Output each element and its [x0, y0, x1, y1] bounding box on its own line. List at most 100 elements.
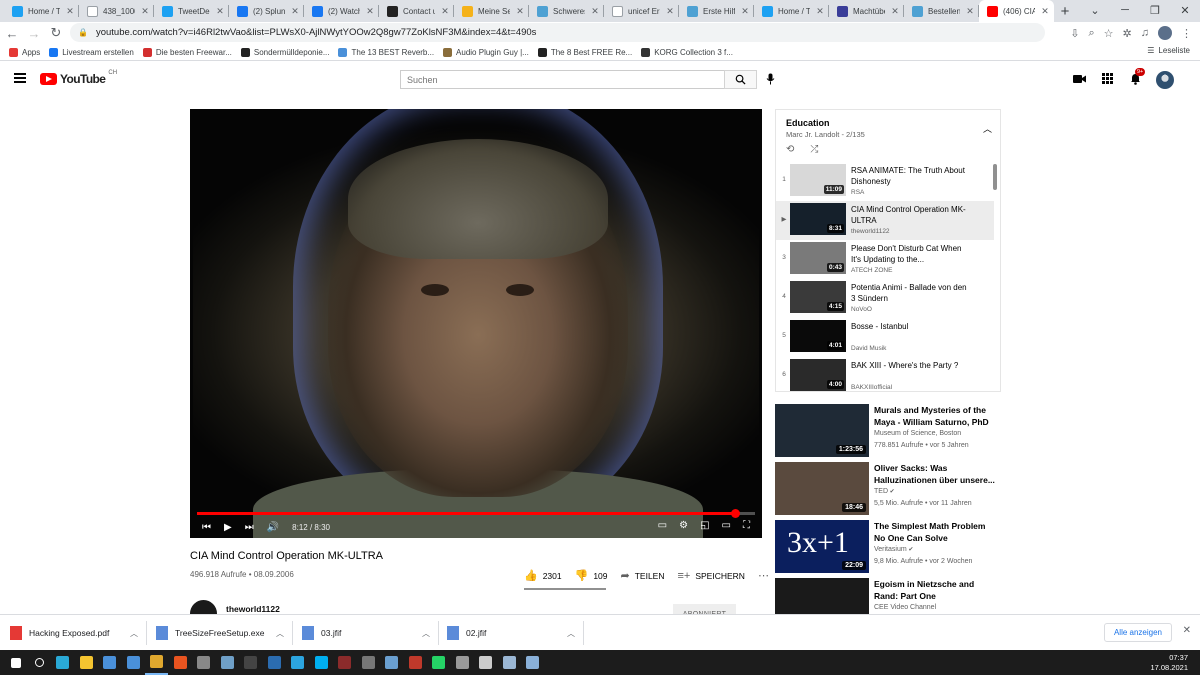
playlist-scrollbar[interactable] — [993, 164, 997, 190]
taskbar-button[interactable] — [474, 650, 497, 675]
recommended-title[interactable]: The Simplest Math Problem No One Can Sol… — [874, 521, 999, 544]
download-menu-chevron-icon[interactable]: ︿ — [567, 628, 575, 639]
playlist-item[interactable]: 1 11:09 RSA ANIMATE: The Truth About Disho… — [776, 162, 994, 201]
bookmark-item[interactable]: Audio Plugin Guy |... — [443, 47, 529, 57]
recommended-channel[interactable]: Veritasium ✔ — [874, 546, 913, 553]
close-tab-icon[interactable]: ✕ — [215, 6, 225, 17]
notifications-bell-icon[interactable]: 9+ — [1128, 67, 1146, 88]
reading-list[interactable]: ☰ Leseliste — [1147, 46, 1190, 55]
browser-tab[interactable]: (2) Splunl ✕ — [229, 0, 304, 22]
taskbar-button[interactable] — [169, 650, 192, 675]
taskbar-button[interactable] — [380, 650, 403, 675]
miniplayer-icon[interactable]: ◱ — [700, 520, 709, 531]
show-all-downloads-button[interactable]: Alle anzeigen — [1103, 623, 1172, 642]
playlist-video-title[interactable]: Bosse - Istanbul — [851, 321, 971, 332]
subtitles-icon[interactable]: ▭ — [658, 520, 667, 531]
loop-icon[interactable]: ⟲ — [786, 144, 794, 155]
taskbar-button[interactable] — [122, 650, 145, 675]
bookmark-item[interactable]: Apps — [9, 47, 40, 57]
download-menu-chevron-icon[interactable]: ︿ — [276, 628, 284, 639]
close-window-button[interactable]: ✕ — [1170, 0, 1200, 20]
playlist-thumbnail[interactable]: 11:09 — [790, 164, 846, 196]
browser-tab[interactable]: TweetDec ✕ — [154, 0, 229, 22]
search-input[interactable] — [400, 70, 724, 89]
mic-icon[interactable] — [766, 73, 775, 88]
progress-bar[interactable] — [197, 509, 755, 518]
volume-icon[interactable]: 🔊 — [267, 522, 279, 533]
bookmark-item[interactable]: The 13 BEST Reverb... — [338, 47, 434, 57]
minimize-button[interactable]: ─ — [1110, 0, 1140, 20]
close-tab-icon[interactable]: ✕ — [590, 6, 600, 17]
recommended-video[interactable]: 18:46 Oliver Sacks: Was Halluzinationen ü… — [775, 462, 1001, 520]
browser-tab[interactable]: Erste Hilfe ✕ — [679, 0, 754, 22]
taskbar-button[interactable] — [333, 650, 356, 675]
apps-grid-icon[interactable] — [1100, 73, 1114, 87]
taskbar-button[interactable] — [239, 650, 262, 675]
previous-icon[interactable]: ⏮ — [202, 522, 211, 533]
playlist-thumbnail[interactable]: 4:00 — [790, 359, 846, 391]
back-button[interactable]: ← — [2, 23, 22, 43]
channel-name[interactable]: theworld1122 — [226, 604, 280, 614]
download-menu-chevron-icon[interactable]: ︿ — [422, 628, 430, 639]
close-tab-icon[interactable]: ✕ — [365, 6, 375, 17]
taskbar-button[interactable] — [521, 650, 544, 675]
bookmark-item[interactable]: Sondermülldeponie... — [240, 47, 329, 57]
bookmark-item[interactable]: KORG Collection 3 f... — [641, 47, 733, 57]
tab-active[interactable]: (406) CIA ✕ — [979, 0, 1054, 22]
url-input[interactable]: 🔒 youtube.com/watch?v=i46Rl2twVao&list=P… — [70, 23, 1045, 42]
video-thumbnail[interactable]: 3x+1 22:09 — [775, 520, 869, 573]
video-thumbnail[interactable]: 1:23:56 — [775, 404, 869, 457]
close-tab-icon[interactable]: ✕ — [665, 6, 675, 17]
download-item[interactable]: TreeSizeFreeSetup.exe ︿ — [156, 615, 284, 651]
extensions-icon[interactable]: ✲ — [1123, 27, 1132, 40]
browser-tab[interactable]: Contact u ✕ — [379, 0, 454, 22]
more-actions-button[interactable]: ⋯ — [758, 569, 769, 582]
download-item[interactable]: Hacking Exposed.pdf ︿ — [10, 615, 138, 651]
share-button[interactable]: ➦ TEILEN — [621, 569, 665, 582]
bookmark-star-icon[interactable]: ☆ — [1104, 27, 1114, 40]
profile-avatar[interactable] — [1158, 26, 1172, 40]
playlist-thumbnail[interactable]: 4:01 — [790, 320, 846, 352]
play-icon[interactable]: ▶ — [224, 522, 232, 533]
search-button[interactable] — [724, 70, 757, 89]
playlist-video-title[interactable]: Potentia Animi - Ballade von den 3 Sünde… — [851, 282, 971, 304]
recommended-title[interactable]: Murals and Mysteries of the Maya - Willi… — [874, 405, 999, 428]
browser-tab[interactable]: 438_1000 ✕ — [79, 0, 154, 22]
taskbar-button[interactable] — [263, 650, 286, 675]
video-player[interactable]: ⏮ ▶ ⏭ 🔊 8:12 / 8:30 ▭ ⚙ ◱ ▭ ⛶ — [190, 109, 762, 538]
menu-icon[interactable] — [14, 73, 26, 83]
playlist-item[interactable]: 4 4:15 Potentia Animi - Ballade von den 3 … — [776, 279, 994, 318]
maximize-button[interactable]: ❐ — [1140, 0, 1170, 20]
taskbar-button[interactable] — [216, 650, 239, 675]
fullscreen-icon[interactable]: ⛶ — [743, 520, 750, 531]
recommended-title[interactable]: Egoism in Nietzsche and Rand: Part One — [874, 579, 999, 602]
playlist-video-title[interactable]: CIA Mind Control Operation MK-ULTRA — [851, 204, 971, 226]
close-tab-icon[interactable]: ✕ — [1040, 6, 1050, 17]
close-shelf-icon[interactable]: ✕ — [1183, 625, 1191, 636]
browser-tab[interactable]: Schweres ✕ — [529, 0, 604, 22]
browser-tab[interactable]: Home / T ✕ — [4, 0, 79, 22]
taskbar-button[interactable] — [310, 650, 333, 675]
playlist-title[interactable]: Education — [786, 118, 830, 128]
download-menu-chevron-icon[interactable]: ︿ — [130, 628, 138, 639]
taskbar-button[interactable] — [404, 650, 427, 675]
download-item[interactable]: 03.jfif ︿ — [302, 615, 430, 651]
install-icon[interactable]: ⇩ — [1070, 27, 1079, 40]
taskbar-button[interactable] — [192, 650, 215, 675]
playlist-item[interactable]: ▶ 8:31 CIA Mind Control Operation MK-ULTRA… — [776, 201, 994, 240]
zoom-icon[interactable]: ⌕ — [1088, 27, 1094, 40]
playlist-thumbnail[interactable]: 8:31 — [790, 203, 846, 235]
browser-tab[interactable]: unicef Ers ✕ — [604, 0, 679, 22]
taskbar-button[interactable] — [286, 650, 309, 675]
bookmark-item[interactable]: Die besten Freewar... — [142, 47, 232, 57]
taskbar-button[interactable] — [498, 650, 521, 675]
browser-tab[interactable]: Machtübe ✕ — [829, 0, 904, 22]
browser-tab[interactable]: Bestellen ✕ — [904, 0, 979, 22]
recommended-title[interactable]: Oliver Sacks: Was Halluzinationen über u… — [874, 463, 999, 486]
playlist-video-title[interactable]: Please Don't Disturb Cat When It's Updat… — [851, 243, 971, 265]
close-tab-icon[interactable]: ✕ — [740, 6, 750, 17]
recommended-channel[interactable]: TED ✔ — [874, 488, 895, 495]
close-tab-icon[interactable]: ✕ — [965, 6, 975, 17]
taskbar-button[interactable] — [4, 650, 27, 675]
browser-tab[interactable]: (2) Watch ✕ — [304, 0, 379, 22]
